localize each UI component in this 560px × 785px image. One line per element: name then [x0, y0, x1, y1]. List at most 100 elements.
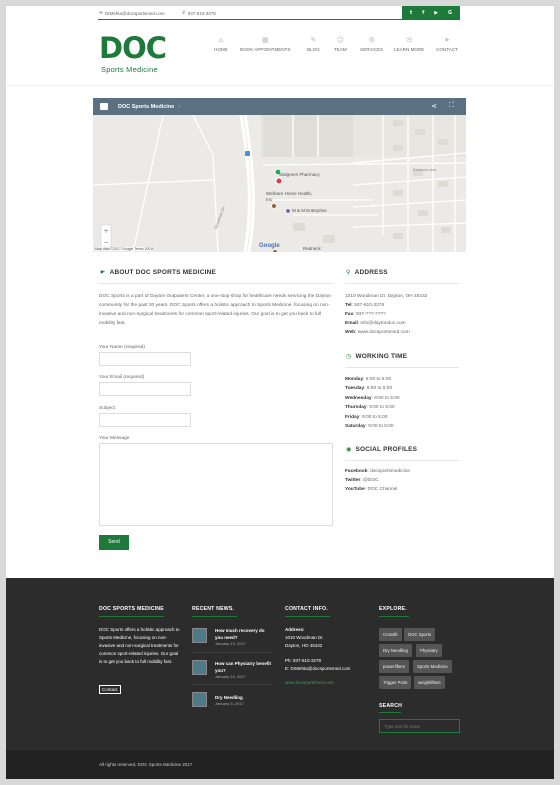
- map-label-avenue: Eastman Ave: [413, 167, 437, 172]
- google-logo: Google: [259, 243, 280, 249]
- profiles-divider: [345, 460, 459, 461]
- name-input[interactable]: [99, 352, 191, 366]
- share-icon[interactable]: ⋖: [431, 102, 437, 110]
- name-label: Your Name (required): [99, 345, 145, 350]
- nav-services[interactable]: ⚙ SERVICES: [360, 36, 383, 52]
- footer-about-text: DOC Sports offers a holistic approach to…: [99, 627, 180, 664]
- working-divider: [345, 367, 459, 368]
- profile-facebook: Facebook: docsportsmedicine: [345, 469, 411, 474]
- email-label: Your Email (required): [99, 375, 145, 380]
- svg-text:+: +: [103, 228, 108, 235]
- mail-icon: ✉: [406, 36, 413, 44]
- map-label-mm: M & M Enterprise: [292, 208, 327, 213]
- profile-youtube: YouTube: DOC Channel: [345, 487, 398, 492]
- footer-search-input[interactable]: [379, 719, 460, 733]
- tag-sports-medicine[interactable]: Sports Medicine: [413, 660, 452, 673]
- footer-news-heading: RECENT NEWS.: [192, 606, 235, 612]
- news-post[interactable]: How much recovery do you need? January 1…: [215, 627, 273, 646]
- copyright-text: All rights reserved, DOC Sports Medicine…: [99, 762, 193, 767]
- gear-icon: ⚙: [368, 36, 375, 44]
- send-button[interactable]: Send: [99, 535, 129, 550]
- nav-home[interactable]: ⌂ HOME: [214, 36, 228, 52]
- team-icon: ☺: [336, 36, 345, 44]
- post-thumbnail[interactable]: [192, 692, 207, 707]
- footer-contact-button[interactable]: Contact: [99, 685, 121, 694]
- message-textarea[interactable]: [99, 443, 333, 526]
- fullscreen-icon[interactable]: ⛶: [449, 101, 454, 110]
- map-svg: + −: [93, 115, 466, 252]
- address-block: 1010 Woodman Dr. Dayton, OH 45432 Tel: 9…: [345, 292, 465, 337]
- google-plus-icon[interactable]: G: [448, 10, 452, 16]
- map-label-pharmacy: Walgreen Pharmacy: [279, 172, 320, 177]
- home-icon: ⌂: [218, 36, 224, 44]
- map-label-wellcare: Wellcare Home Health, Inc: [266, 191, 313, 202]
- thumbs-up-icon: ☛: [100, 269, 106, 276]
- message-label: Your Message: [99, 436, 130, 441]
- address-heading: ⚲ ADDRESS: [346, 269, 388, 276]
- page: ✉ DrMehta@docsportsmed.com ✆ 937-610-327…: [6, 6, 554, 779]
- nav-book-appointments[interactable]: ▦ BOOK APPOINTMENTS: [240, 36, 291, 52]
- hours-row: Thursday: 9:00 to 5:00: [345, 405, 395, 411]
- about-text: DOC Sports is a part of Dayton Outpatien…: [99, 294, 331, 326]
- footer: DOC SPORTS MEDICINE DOC Sports offers a …: [6, 578, 554, 779]
- address-email: Email: info@daytondoc.com: [345, 321, 406, 326]
- subject-input[interactable]: [99, 413, 191, 427]
- nav-learn-more[interactable]: ✉ LEARN MORE: [394, 36, 424, 52]
- logo-main[interactable]: DOC: [99, 34, 167, 63]
- footer-contact-block: Address: 1010 Woodman Dr. Dayton, HO 454…: [285, 627, 351, 685]
- hours-row: Saturday: 9:00 to 5:00: [345, 424, 394, 430]
- logo-subtitle: Sports Medicine: [101, 65, 158, 74]
- news-divider: [192, 652, 272, 653]
- tag-weightlifters[interactable]: weightlifters: [414, 676, 445, 689]
- nav-contact[interactable]: ➤ CONTACT: [436, 36, 458, 52]
- subject-label: Subject: [99, 406, 115, 411]
- hours-row: Friday: 9:00 to 5:00: [345, 414, 388, 420]
- post-thumbnail[interactable]: [192, 660, 207, 675]
- tag-physiatry[interactable]: Physiatry: [416, 644, 442, 657]
- tag-powerlifters[interactable]: powerlifters: [379, 660, 409, 673]
- address-divider: [345, 283, 459, 284]
- nav-blog[interactable]: ✎ BLOG: [307, 36, 320, 52]
- footer-news-underline: [192, 616, 237, 617]
- address-fax: Fax: 937-???-????: [345, 312, 386, 317]
- hours-row: Wednesday: 9:00 to 5:00: [345, 395, 400, 401]
- news-divider: [192, 684, 272, 685]
- profiles-heading: ◉ SOCIAL PROFILES: [346, 446, 418, 453]
- news-post[interactable]: Dry Needling January 5, 2017: [215, 694, 273, 706]
- tag-doc-sports[interactable]: DOC Sports: [404, 628, 436, 641]
- footer-search-heading: SEARCH: [379, 703, 403, 709]
- clock-icon: ◷: [346, 353, 352, 360]
- map-label-redneck: Redneck: [303, 246, 321, 251]
- tag-crossfit[interactable]: Crossfit: [379, 628, 402, 641]
- email-input[interactable]: [99, 382, 191, 396]
- footer-explore-underline: [379, 616, 409, 617]
- map-view[interactable]: + − Walgreen Pharmacy Wellcare Home Heal…: [93, 115, 466, 252]
- phone-icon: ✆: [182, 11, 186, 16]
- twitter-icon[interactable]: t: [410, 10, 412, 16]
- about-heading: ☛ ABOUT DOC SPORTS MEDICINE: [100, 269, 217, 276]
- footer-about-underline: [99, 616, 164, 617]
- post-thumbnail[interactable]: [192, 628, 207, 643]
- map-title[interactable]: DOC Sports Medicine: [118, 104, 174, 110]
- send-icon: ➤: [444, 36, 450, 44]
- pencil-icon: ✎: [310, 36, 317, 44]
- info-icon[interactable]: ›: [178, 104, 180, 110]
- top-phone[interactable]: ✆ 937-610-3278: [182, 11, 216, 16]
- news-post[interactable]: How can Physiatry benefit you? January 1…: [215, 660, 277, 679]
- top-divider: [98, 19, 460, 20]
- calendar-icon: ▦: [261, 36, 269, 44]
- footer-about-heading: DOC SPORTS MEDICINE: [99, 606, 164, 612]
- footer-search-underline: [379, 712, 401, 713]
- facebook-icon[interactable]: f: [422, 10, 424, 16]
- tag-trigger-point[interactable]: Trigger Point: [379, 676, 412, 689]
- top-email[interactable]: ✉ DrMehta@docsportsmed.com: [99, 11, 165, 16]
- youtube-icon[interactable]: ▶: [434, 10, 438, 16]
- nav-team[interactable]: ☺ TEAM: [334, 36, 347, 52]
- copyright-bar: All rights reserved, DOC Sports Medicine…: [6, 750, 554, 779]
- profiles-list: Facebook: docsportsmedicine Twitter: @DO…: [345, 467, 465, 494]
- svg-text:−: −: [103, 239, 108, 246]
- social-bar: t f ▶ G: [402, 6, 460, 19]
- tag-dry-needling[interactable]: Dry Needling: [379, 644, 412, 657]
- header-divider: [6, 85, 554, 86]
- map-attribution[interactable]: Map data ©2017 Google Terms 200 ft: [95, 247, 154, 251]
